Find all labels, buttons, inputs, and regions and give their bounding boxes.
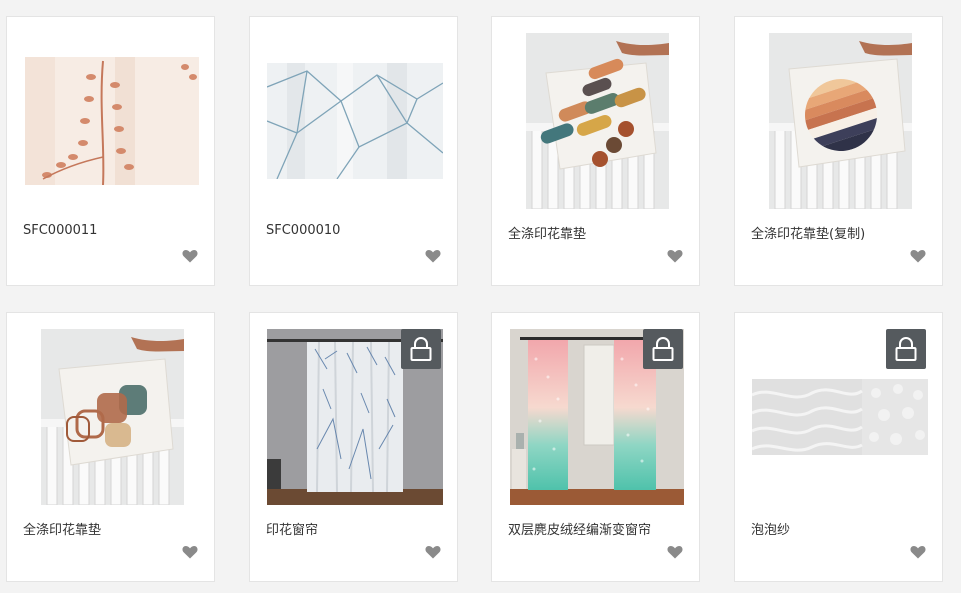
heart-icon[interactable] bbox=[910, 249, 926, 263]
product-title[interactable]: 全涤印花靠垫 bbox=[508, 223, 689, 242]
branch-print-fabric-image bbox=[25, 57, 199, 185]
lock-badge bbox=[886, 329, 926, 369]
product-card[interactable]: 全涤印花靠垫 bbox=[6, 312, 215, 582]
product-title[interactable]: 全涤印花靠垫(复制) bbox=[751, 223, 932, 242]
heart-icon[interactable] bbox=[182, 545, 198, 559]
product-card[interactable]: 双层麂皮绒经编渐变窗帘 bbox=[491, 312, 700, 582]
heart-icon[interactable] bbox=[910, 545, 926, 559]
heart-icon[interactable] bbox=[182, 249, 198, 263]
lock-icon bbox=[895, 337, 917, 361]
product-card[interactable]: 全涤印花靠垫 bbox=[491, 16, 700, 286]
product-card[interactable]: 泡泡纱 bbox=[734, 312, 943, 582]
cushion-pill-pattern-image bbox=[525, 33, 669, 209]
geometric-line-sheer-fabric-image bbox=[267, 63, 443, 179]
product-title[interactable]: 双层麂皮绒经编渐变窗帘 bbox=[508, 519, 689, 538]
product-title[interactable]: 全涤印花靠垫 bbox=[23, 519, 204, 538]
heart-icon[interactable] bbox=[425, 545, 441, 559]
heart-icon[interactable] bbox=[425, 249, 441, 263]
product-card[interactable]: 全涤印花靠垫(复制) bbox=[734, 16, 943, 286]
product-card[interactable]: 印花窗帘 bbox=[249, 312, 458, 582]
lock-icon bbox=[652, 337, 674, 361]
product-thumbnail[interactable] bbox=[24, 329, 200, 505]
product-card[interactable]: SFC000011 bbox=[6, 16, 215, 286]
product-title[interactable]: 泡泡纱 bbox=[751, 519, 932, 538]
lock-badge bbox=[401, 329, 441, 369]
heart-icon[interactable] bbox=[667, 249, 683, 263]
product-title[interactable]: 印花窗帘 bbox=[266, 519, 447, 538]
product-card[interactable]: SFC000010 bbox=[249, 16, 458, 286]
product-grid: SFC000011 SFC000010 全涤印花靠垫 全涤印花靠垫(复制) 全涤… bbox=[0, 0, 961, 593]
seersucker-fabric-image bbox=[752, 379, 928, 455]
product-thumbnail[interactable] bbox=[24, 33, 200, 209]
product-thumbnail[interactable] bbox=[752, 33, 928, 209]
cushion-striped-circle-image bbox=[768, 33, 912, 209]
product-thumbnail[interactable] bbox=[509, 33, 685, 209]
heart-icon[interactable] bbox=[667, 545, 683, 559]
product-thumbnail[interactable] bbox=[267, 33, 443, 209]
product-title[interactable]: SFC000011 bbox=[23, 223, 204, 238]
lock-icon bbox=[410, 337, 432, 361]
product-title[interactable]: SFC000010 bbox=[266, 223, 447, 238]
lock-badge bbox=[643, 329, 683, 369]
cushion-rounded-squares-image bbox=[40, 329, 184, 505]
